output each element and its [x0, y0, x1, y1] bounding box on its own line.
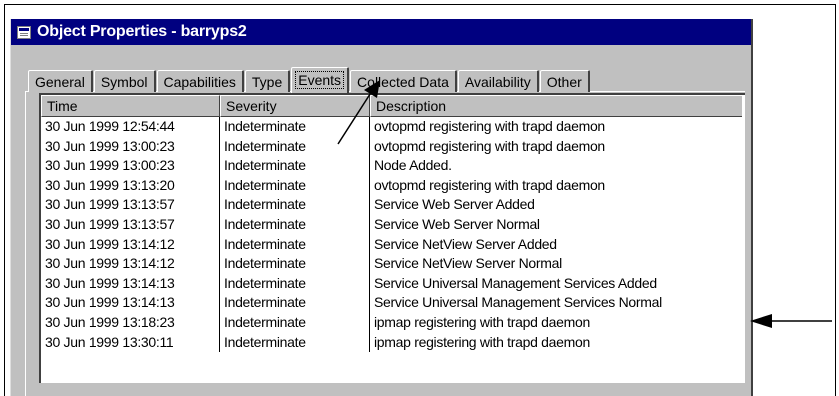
severity-cell: Indeterminate	[220, 234, 370, 255]
table-row[interactable]: 30 Jun 1999 13:18:23 Indeterminate ipmap r…	[41, 312, 745, 333]
table-row[interactable]: 30 Jun 1999 13:13:57 Indeterminate Service…	[41, 195, 745, 215]
time-cell: 30 Jun 1999 13:14:13	[41, 293, 220, 313]
tab-label: Type	[251, 74, 283, 90]
tab-label: Capabilities	[163, 74, 236, 90]
tab-label: Other	[546, 74, 582, 90]
severity-cell: Indeterminate	[220, 214, 370, 235]
severity-cell: Indeterminate	[220, 332, 370, 353]
severity-cell: Indeterminate	[220, 195, 370, 215]
column-header-description[interactable]: Description	[370, 95, 742, 117]
time-cell: 30 Jun 1999 13:00:23	[41, 136, 220, 157]
tab-symbol[interactable]: Symbol	[93, 70, 156, 92]
table-row[interactable]: 30 Jun 1999 13:13:20 Indeterminate ovtopmd…	[41, 175, 745, 196]
tab-label: General	[35, 74, 85, 90]
table-row[interactable]: 30 Jun 1999 13:14:12 Indeterminate Service…	[41, 234, 745, 255]
tab-general[interactable]: General	[28, 70, 93, 92]
tab-type[interactable]: Type	[244, 70, 291, 92]
tab-label: Symbol	[100, 74, 148, 90]
time-cell: 30 Jun 1999 13:18:23	[41, 312, 220, 333]
severity-cell: Indeterminate	[220, 312, 370, 333]
callout-arrow-row	[750, 314, 832, 328]
time-cell: 30 Jun 1999 13:30:11	[41, 332, 220, 353]
tab-other[interactable]: Other	[539, 70, 590, 92]
tab-label: Availability	[464, 74, 531, 90]
tab-strip: General Symbol Capabilities Type Events …	[28, 67, 591, 93]
description-cell: ovtopmd registering with trapd daemon	[374, 176, 605, 193]
table-row[interactable]: 30 Jun 1999 13:13:57 Indeterminate Service…	[41, 214, 745, 235]
table-row[interactable]: 30 Jun 1999 13:14:13 Indeterminate Service…	[41, 273, 745, 294]
time-cell: 30 Jun 1999 13:14:13	[41, 273, 220, 294]
description-cell: Service Universal Management Services No…	[374, 294, 662, 311]
severity-cell: Indeterminate	[220, 273, 370, 294]
description-cell: Node Added.	[374, 157, 452, 174]
table-row[interactable]: 30 Jun 1999 13:14:13 Indeterminate Service…	[41, 293, 745, 313]
table-row[interactable]: 30 Jun 1999 13:14:12 Indeterminate Service…	[41, 254, 745, 274]
severity-cell: Indeterminate	[220, 293, 370, 313]
column-header-time[interactable]: Time	[41, 95, 220, 117]
severity-cell: Indeterminate	[220, 175, 370, 196]
description-cell: Service NetView Server Normal	[374, 255, 562, 272]
description-cell: Service Universal Management Services Ad…	[374, 274, 657, 291]
tab-availability[interactable]: Availability	[457, 70, 539, 92]
time-cell: 30 Jun 1999 13:13:20	[41, 175, 220, 196]
description-cell: Service Web Server Normal	[374, 215, 540, 232]
description-cell: ipmap registering with trapd daemon	[374, 333, 590, 350]
description-cell: Service Web Server Added	[374, 196, 535, 213]
time-cell: 30 Jun 1999 13:14:12	[41, 234, 220, 255]
window-icon[interactable]	[17, 25, 31, 39]
severity-cell: Indeterminate	[220, 156, 370, 176]
callout-arrow-events	[337, 80, 380, 145]
window-title: Object Properties - barryps2	[37, 23, 247, 40]
time-cell: 30 Jun 1999 13:14:12	[41, 254, 220, 274]
time-cell: 30 Jun 1999 13:00:23	[41, 156, 220, 176]
title-bar[interactable]: Object Properties - barryps2	[11, 19, 751, 45]
time-cell: 30 Jun 1999 12:54:44	[41, 117, 220, 137]
tab-capabilities[interactable]: Capabilities	[156, 70, 244, 92]
time-cell: 30 Jun 1999 13:13:57	[41, 214, 220, 235]
description-cell: ipmap registering with trapd daemon	[374, 313, 590, 330]
severity-cell: Indeterminate	[220, 254, 370, 274]
description-cell: Service NetView Server Added	[374, 235, 557, 252]
table-row[interactable]: 30 Jun 1999 13:30:11 Indeterminate ipmap r…	[41, 332, 745, 353]
description-cell: ovtopmd registering with trapd daemon	[374, 118, 605, 134]
table-row[interactable]: 30 Jun 1999 13:00:23 Indeterminate Node Ad…	[41, 156, 745, 176]
time-cell: 30 Jun 1999 13:13:57	[41, 195, 220, 215]
description-cell: ovtopmd registering with trapd daemon	[374, 137, 605, 154]
